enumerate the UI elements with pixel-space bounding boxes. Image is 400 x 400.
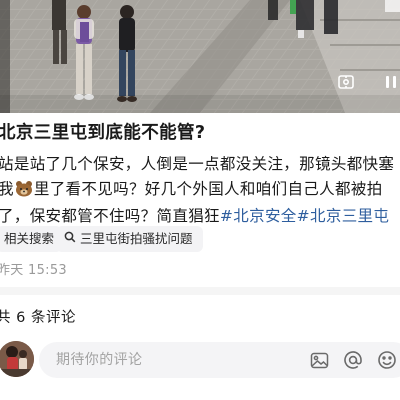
hashtag-link[interactable]: #北京安全	[220, 207, 297, 225]
post-body-prefix: 我	[0, 179, 14, 198]
avatar[interactable]	[0, 341, 34, 377]
search-icon	[64, 226, 76, 252]
post-timestamp: 昨天 15:53	[0, 263, 67, 278]
pause-icon[interactable]	[381, 72, 400, 92]
section-divider	[0, 287, 400, 295]
post-body-line: 站是站了几个保安，人倒是一点都没关注，那镜头都快塞	[0, 155, 395, 173]
at-icon[interactable]	[343, 350, 363, 370]
related-search-label: 相关搜索	[0, 226, 63, 252]
pip-icon[interactable]	[336, 72, 356, 92]
bear-emoji-icon	[15, 180, 33, 205]
comment-placeholder: 期待你的评论	[56, 352, 143, 368]
emoji-icon[interactable]	[377, 350, 397, 370]
comment-input[interactable]: 期待你的评论	[39, 342, 400, 378]
post-body-line: 我 里了看不见吗？好几个外国人和咱们自己人都被拍	[0, 177, 400, 205]
comment-count: 共 6 条评论	[0, 310, 76, 326]
related-search-chip[interactable]: 三里屯街拍骚扰问题	[56, 226, 203, 252]
image-icon[interactable]	[309, 350, 329, 370]
hashtag-link[interactable]: #北京三里屯	[297, 207, 390, 225]
post-body-line: 了，保安都管不住吗？简直猖狂#北京安全#北京三里屯	[0, 207, 390, 225]
post-body: 站是站了几个保安，人倒是一点都没关注，那镜头都快塞 我 里了看不见吗？好几个外国…	[0, 152, 400, 229]
post-title: 北京三里屯到底能不能管?	[0, 123, 206, 143]
related-search-query: 三里屯街拍骚扰问题	[80, 231, 193, 246]
video-player[interactable]	[0, 0, 400, 113]
video-frame	[0, 0, 400, 113]
